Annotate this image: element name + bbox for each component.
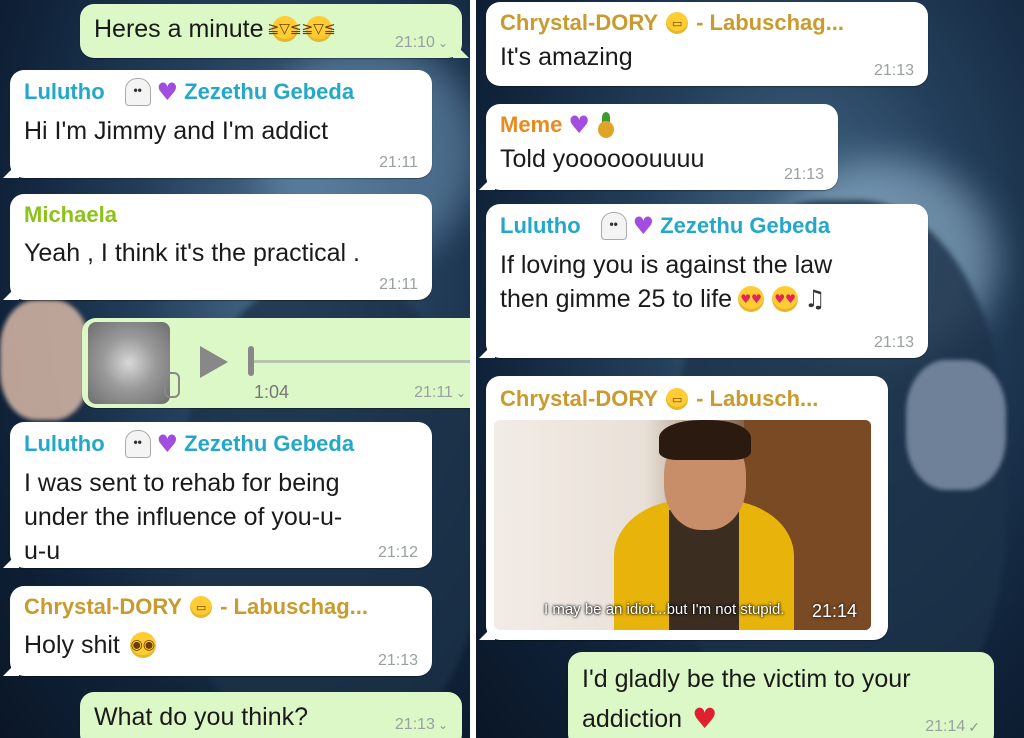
heart-eyes-emoji-icon: ♥♥ [772,286,799,312]
meme-caption: I may be an idiot...but I'm not stupid. [544,601,785,618]
message-text: Hi I'm Jimmy and I'm addict [24,117,329,145]
message-text-line: u-u [24,537,61,565]
sender-name: Lulutho [500,213,581,238]
message-bubble[interactable]: Heres a minute ≧▽≦ ≧▽≦ 21:10 ⌄ [80,4,462,58]
sender-name: Lulutho [24,431,105,456]
sender-name: Lulutho [24,79,105,104]
message-bubble[interactable]: Lulutho •• ♥ Zezethu Gebeda If loving yo… [486,204,928,358]
message-text: It's amazing [500,43,633,71]
purple-heart-icon: ♥ [568,111,590,139]
message-bubble[interactable]: Michaela Yeah , I think it's the practic… [10,194,432,300]
voice-duration: 1:04 [254,382,290,402]
sender-name: Michaela [24,202,117,227]
play-icon[interactable] [200,346,228,378]
message-bubble[interactable]: Chrystal-DORY ▭ - Labuschag... It's amaz… [486,2,928,86]
purple-heart-icon: ♥ [632,212,655,240]
message-text: Heres a minute [94,15,264,43]
ghost-emoji-icon: •• [124,78,151,106]
flushed-emoji-icon: ◉◉ [129,632,156,658]
message-time: 21:11 [414,384,453,401]
message-time: 21:13 [783,166,824,183]
heart-eyes-emoji-icon: ♥♥ [738,286,765,312]
chevron-down-icon: ⌄ [437,36,448,50]
message-text-line: under the influence of you-u- [24,503,343,531]
sender-name-secondary: Zezethu Gebeda [184,431,355,456]
message-bubble[interactable]: Meme ♥ Told yoooooouuuu 21:13 [486,104,838,190]
right-chat-panel: Chrystal-DORY ▭ - Labuschag... It's amaz… [476,0,1024,738]
message-time: 21:14 [811,601,857,621]
sender-name-secondary: Zezethu Gebeda [660,213,831,238]
chevron-down-icon: ⌄ [437,718,448,732]
audio-scrubber-handle[interactable] [248,346,254,376]
meme-image[interactable]: I may be an idiot...but I'm not stupid. … [494,420,871,630]
message-bubble[interactable]: What do you think? 21:13 ⌄ [80,692,462,738]
music-notes-icon: ♫ [804,285,826,313]
laughing-emoji-icon: ≧▽≦ [267,16,302,42]
sender-name: Meme [500,112,563,137]
sender-name-secondary: Zezethu Gebeda [184,79,355,104]
message-bubble[interactable]: Chrystal-DORY ▭ - Labuschag... Holy shit… [10,586,432,676]
sender-name-secondary: - Labuschag... [696,10,845,35]
sender-name: Chrystal-DORY [500,10,659,35]
message-time: 21:12 [377,544,418,561]
ghost-emoji-icon: •• [600,212,627,240]
message-time: 21:13 [873,334,914,351]
delivered-check-icon: ✓ [968,718,980,735]
message-time: 21:13 [377,652,418,669]
red-heart-icon: ♥ [692,702,718,735]
message-text: Told yoooooouuuu [500,145,705,173]
message-text-line: If loving you is against the law [500,251,833,279]
message-text: Holy shit [24,631,120,659]
message-time: 21:11 [379,154,418,171]
message-bubble[interactable]: I'd gladly be the victim to your addicti… [568,652,994,738]
message-text-line: then gimme 25 to life [500,285,733,313]
pineapple-emoji-icon [596,112,616,138]
sender-name: Chrystal-DORY [500,386,659,411]
message-time: 21:13 [394,716,435,733]
voice-message-bubble[interactable]: 1:04 21:11 ⌄ [82,318,470,408]
chevron-down-icon: ⌄ [455,386,466,400]
message-text-line: addiction [582,705,683,733]
grimacing-emoji-icon: ▭ [666,12,689,34]
purple-heart-icon: ♥ [156,78,179,106]
grimacing-emoji-icon: ▭ [190,596,213,618]
purple-heart-icon: ♥ [156,430,179,458]
message-time: 21:10 [394,34,435,51]
message-time: 21:13 [873,62,914,79]
left-chat-panel: Heres a minute ≧▽≦ ≧▽≦ 21:10 ⌄ Lulutho ••… [0,0,470,738]
ghost-emoji-icon: •• [124,430,151,458]
microphone-icon [164,372,180,398]
voice-sender-avatar [88,322,170,404]
message-time: 21:11 [379,276,418,293]
message-text-line: I'd gladly be the victim to your [582,665,911,693]
message-text: Yeah , I think it's the practical . [24,239,360,267]
image-message-bubble[interactable]: Chrystal-DORY ▭ - Labusch... I may be an… [486,376,888,640]
sender-name-secondary: - Labusch... [696,386,819,411]
message-bubble[interactable]: Lulutho •• ♥ Zezethu Gebeda I was sent t… [10,422,432,568]
sender-name-secondary: - Labuschag... [220,594,369,619]
sender-name: Chrystal-DORY [24,594,183,619]
grimacing-emoji-icon: ▭ [666,388,689,410]
message-text-line: I was sent to rehab for being [24,469,340,497]
message-time: 21:14 [925,718,966,735]
message-bubble[interactable]: Lulutho •• ♥ Zezethu Gebeda Hi I'm Jimmy… [10,70,432,178]
laughing-emoji-icon: ≧▽≦ [301,16,336,42]
audio-progress-track[interactable] [252,360,470,363]
